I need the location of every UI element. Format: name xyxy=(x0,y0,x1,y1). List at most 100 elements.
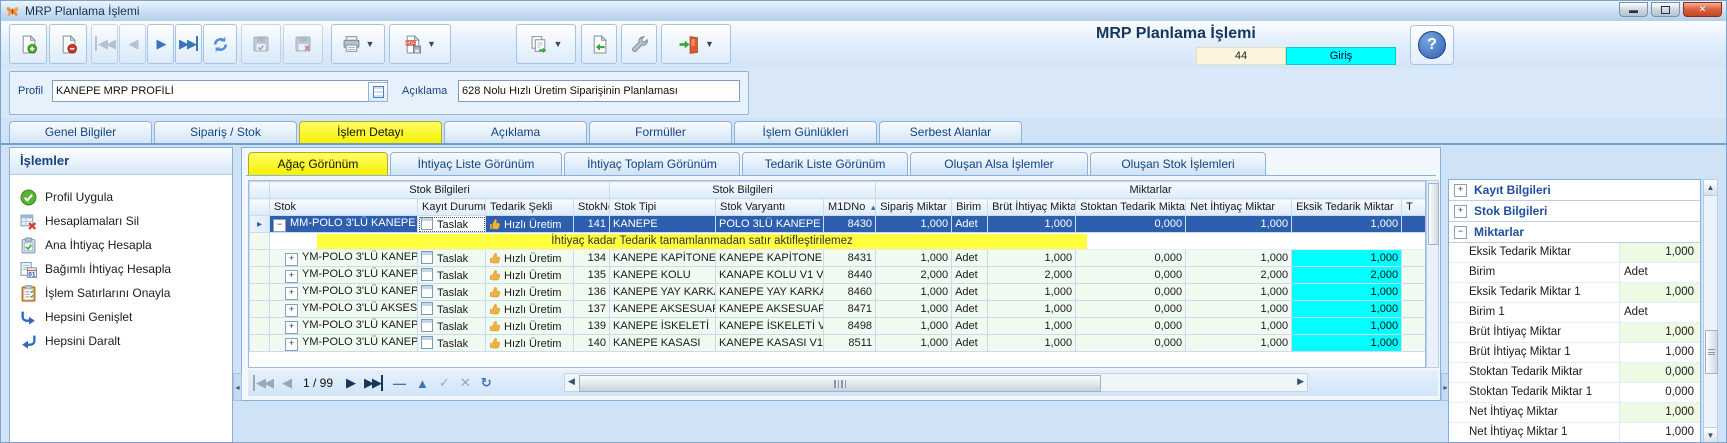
cell-m1dno[interactable]: 8511 xyxy=(823,334,877,352)
cell-siparis[interactable]: 1,000 xyxy=(875,334,953,352)
expand-node-icon[interactable]: + xyxy=(285,303,298,317)
column-header-varyant[interactable]: Stok Varyantı xyxy=(715,198,825,216)
tab-serbest-alanlar[interactable]: Serbest Alanlar xyxy=(879,121,1022,143)
cell-stokno[interactable]: 139 xyxy=(572,317,611,335)
cell-siparis[interactable]: 1,000 xyxy=(875,249,953,267)
sidebar-item-calc-main-requirement[interactable]: Ana İhtiyaç Hesapla xyxy=(10,233,232,257)
cell-stokno[interactable]: 141 xyxy=(572,215,611,233)
cell-varyant[interactable]: KANEPE İSKELETİ V1 V xyxy=(715,317,825,335)
expand-section-icon[interactable]: + xyxy=(1454,183,1467,197)
property-row[interactable]: Stoktan Tedarik Miktar 0,000 xyxy=(1449,363,1700,383)
cell-kayit[interactable]: Taslak xyxy=(417,249,486,267)
property-row[interactable]: Eksik Tedarik Miktar 1,000 xyxy=(1449,243,1700,263)
property-row[interactable]: Net İhtiyaç Miktar 1,000 xyxy=(1449,403,1700,423)
cell-tedarik[interactable]: Hızlı Üretim xyxy=(485,317,574,335)
cell-stoktan[interactable]: 0,000 xyxy=(1075,283,1187,301)
cell-eksik[interactable]: 1,000 xyxy=(1291,283,1403,301)
cell-kayit[interactable]: Taslak xyxy=(417,283,486,301)
cell-siparis[interactable]: 1,000 xyxy=(875,215,953,233)
save-button[interactable] xyxy=(241,24,281,64)
cell-varyant[interactable]: KANAPE KOLU V1 Vary xyxy=(715,266,825,284)
prev-record-button[interactable]: ◀ xyxy=(119,24,146,64)
expand-node-icon[interactable]: + xyxy=(285,320,298,334)
maximize-button[interactable] xyxy=(1651,2,1680,17)
cell-birim[interactable]: Adet xyxy=(951,249,989,267)
view-tab-olu-an-alsa-i-lemler[interactable]: Oluşan Alsa İşlemler xyxy=(910,152,1088,175)
property-row[interactable]: Net İhtiyaç Miktar 1 1,000 xyxy=(1449,423,1700,442)
grid-row[interactable]: +YM-POLO 3'LÜ KANEPE İSKITaslakHızlı Üre… xyxy=(249,317,1425,335)
help-button[interactable]: ? xyxy=(1410,25,1454,65)
cell-t[interactable] xyxy=(1401,317,1425,335)
export-pdf-button[interactable]: PDF ▼ xyxy=(389,24,451,64)
cell-net[interactable]: 2,000 xyxy=(1185,266,1293,284)
cell-t[interactable] xyxy=(1401,283,1425,301)
cell-tipi[interactable]: KANEPE AKSESUAR xyxy=(609,300,717,318)
aciklama-input[interactable] xyxy=(458,80,740,102)
properties-section-stok-bilgileri[interactable]: + Stok Bilgileri xyxy=(1449,201,1700,222)
cell-stoktan[interactable]: 0,000 xyxy=(1075,317,1187,335)
cell-varyant[interactable]: KANEPE AKSESUAR PA xyxy=(715,300,825,318)
cell-siparis[interactable]: 1,000 xyxy=(875,300,953,318)
cell-m1dno[interactable]: 8430 xyxy=(823,215,877,233)
cell-stok[interactable]: +YM-POLO 3'LÜ KANEPE İSKI xyxy=(269,317,418,335)
cell-stoktan[interactable]: 0,000 xyxy=(1075,334,1187,352)
column-header-tedarik[interactable]: Tedarik Şekli xyxy=(485,198,574,216)
column-header-m1dno[interactable]: M1DNo▲ xyxy=(823,198,877,216)
cell-brut[interactable]: 1,000 xyxy=(987,215,1077,233)
collapse-node-icon[interactable]: − xyxy=(273,218,286,232)
properties-section-kay-t-bilgileri[interactable]: + Kayıt Bilgileri xyxy=(1449,180,1700,201)
sidebar-item-apply-check[interactable]: Profil Uygula xyxy=(10,185,232,209)
nav-delete-button[interactable]: — xyxy=(393,376,406,391)
expand-node-icon[interactable]: + xyxy=(285,286,298,300)
cell-tipi[interactable]: KANEPE xyxy=(609,215,717,233)
cell-varyant[interactable]: KANEPE YAY KARKASI xyxy=(715,283,825,301)
view-tab-olu-an-stok-i-lemleri[interactable]: Oluşan Stok İşlemleri xyxy=(1090,152,1266,175)
cell-tipi[interactable]: KANEPE KOLU xyxy=(609,266,717,284)
column-header-kayit[interactable]: Kayıt Durumu xyxy=(417,198,486,216)
copy-button[interactable]: ▼ xyxy=(516,24,576,64)
cell-net[interactable]: 1,000 xyxy=(1185,317,1293,335)
tab-genel-bilgiler[interactable]: Genel Bilgiler xyxy=(9,121,152,143)
cell-eksik[interactable]: 1,000 xyxy=(1291,317,1403,335)
cell-stokno[interactable]: 134 xyxy=(572,249,611,267)
save-cancel-button[interactable] xyxy=(283,24,323,64)
cell-tedarik[interactable]: Hızlı Üretim xyxy=(485,249,574,267)
cell-m1dno[interactable]: 8460 xyxy=(823,283,877,301)
column-header-net[interactable]: Net İhtiyaç Miktar xyxy=(1185,198,1293,216)
nav-cancel-button[interactable]: ✕ xyxy=(460,376,471,391)
cell-stokno[interactable]: 140 xyxy=(572,334,611,352)
cell-brut[interactable]: 1,000 xyxy=(987,249,1077,267)
cell-stoktan[interactable]: 0,000 xyxy=(1075,300,1187,318)
expand-node-icon[interactable]: + xyxy=(285,252,298,266)
profil-lookup-button[interactable] xyxy=(368,82,388,102)
cell-kayit[interactable]: Taslak xyxy=(417,215,486,233)
cell-varyant[interactable]: KANEPE KAPİTONE V1 xyxy=(715,249,825,267)
nav-post-button[interactable]: ✓ xyxy=(439,375,450,391)
cell-brut[interactable]: 1,000 xyxy=(987,334,1077,352)
cell-tipi[interactable]: KANEPE KAPİTONE xyxy=(609,249,717,267)
expand-node-icon[interactable]: + xyxy=(285,269,298,283)
view-tab-a-a-g-r-n-m[interactable]: Ağaç Görünüm xyxy=(248,152,388,175)
cell-eksik[interactable]: 1,000 xyxy=(1291,249,1403,267)
cell-siparis[interactable]: 1,000 xyxy=(875,317,953,335)
cell-stok[interactable]: − MM-POLO 3'LÜ KANEPE xyxy=(269,215,418,233)
revert-button[interactable] xyxy=(581,24,617,64)
column-header-eksik[interactable]: Eksik Tedarik Miktar xyxy=(1291,198,1403,216)
grid-row[interactable]: +YM-POLO 3'LÜ AKSESUAR VTaslakHızlı Üret… xyxy=(249,300,1425,318)
column-header-brut[interactable]: Brüt İhtiyaç Miktar xyxy=(987,198,1077,216)
cell-eksik[interactable]: 1,000 xyxy=(1291,215,1403,233)
grid-row[interactable]: +YM-POLO 3'LÜ KANEPE KASTaslakHızlı Üret… xyxy=(249,334,1425,352)
tab-i-lem-g-nl-kleri[interactable]: İşlem Günlükleri xyxy=(734,121,877,143)
profil-input[interactable] xyxy=(52,80,388,102)
cell-birim[interactable]: Adet xyxy=(951,215,989,233)
cell-stokno[interactable]: 136 xyxy=(572,283,611,301)
grid-row[interactable]: ▸ − MM-POLO 3'LÜ KANEPE Taslak Hızlı Üretim 1… xyxy=(249,215,1425,233)
tools-button[interactable] xyxy=(621,24,657,64)
cell-m1dno[interactable]: 8431 xyxy=(823,249,877,267)
cell-eksik[interactable]: 1,000 xyxy=(1291,334,1403,352)
cell-tedarik[interactable]: Hızlı Üretim xyxy=(485,300,574,318)
cell-t[interactable] xyxy=(1401,249,1425,267)
cell-stok[interactable]: +YM-POLO 3'LÜ KANEPE YAY xyxy=(269,283,418,301)
nav-edit-button[interactable]: ▲ xyxy=(416,376,429,391)
dropdown-arrow-icon[interactable]: ▼ xyxy=(427,39,436,49)
